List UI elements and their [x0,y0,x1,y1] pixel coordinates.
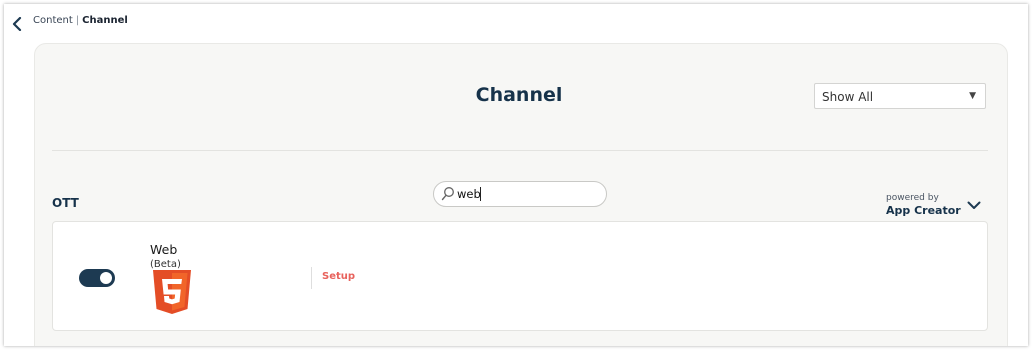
powered-by-label: powered by [886,193,939,203]
search-box[interactable] [433,181,607,207]
powered-by-brand: App Creator [886,204,961,217]
breadcrumb: Content | Channel [33,15,128,26]
html5-icon [153,270,191,314]
filter-selected-value: Show All [822,90,874,104]
channel-enable-toggle[interactable] [79,269,115,287]
search-input[interactable] [457,187,597,201]
channel-card-web: Web (Beta) Setup [52,221,988,331]
chevron-down-icon[interactable] [966,198,982,212]
card-divider [311,267,312,289]
breadcrumb-current: Channel [82,15,128,26]
channel-beta-tag: (Beta) [150,259,181,270]
dropdown-caret-icon: ▼ [969,91,976,101]
powered-by: powered by App Creator [886,193,961,218]
search-icon [441,186,455,206]
section-title: OTT [52,196,79,210]
breadcrumb-parent[interactable]: Content [33,15,73,26]
back-arrow-icon[interactable] [9,14,25,34]
toggle-knob [100,272,112,284]
show-filter-select[interactable]: Show All ▼ [814,83,986,109]
channel-name: Web [150,242,178,257]
setup-link[interactable]: Setup [322,271,355,282]
section-divider [52,150,988,151]
text-cursor [480,187,481,201]
channel-panel: Channel Show All ▼ OTT powered by App Cr… [34,43,1008,346]
breadcrumb-separator: | [75,15,80,26]
app-window: Content|Channel Channel Show All ▼ OTT p… [4,4,1028,346]
